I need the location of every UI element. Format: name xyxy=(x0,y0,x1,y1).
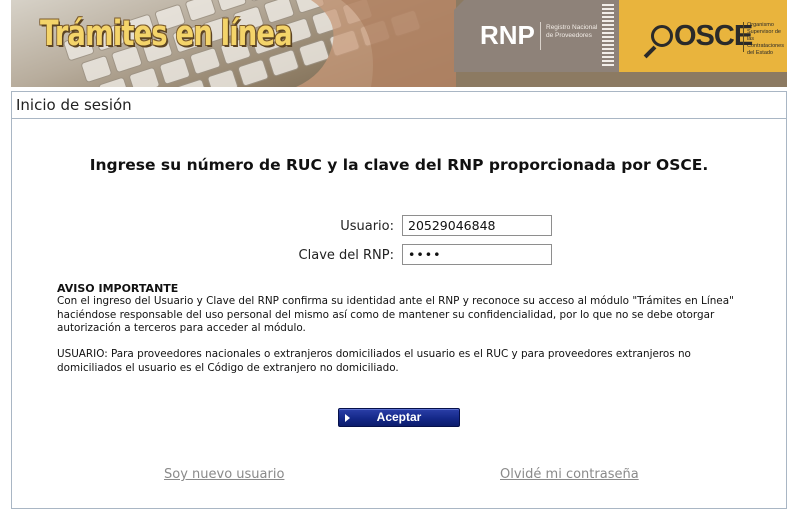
banner-title: Trámites en línea xyxy=(40,14,293,54)
login-panel: Inicio de sesión Ingrese su número de RU… xyxy=(11,91,787,509)
osce-logo-block: OSCE Organismo Supervisor de las Contrat… xyxy=(619,0,787,72)
notice-body: Con el ingreso del Usuario y Clave del R… xyxy=(57,295,734,334)
password-label: Clave del RNP: xyxy=(298,248,394,263)
osce-description: Organismo Supervisor de las Contratacion… xyxy=(747,22,784,56)
rnp-stripes-decoration xyxy=(602,4,614,68)
magnifier-handle-icon xyxy=(643,45,657,59)
osce-logo: OSCE xyxy=(674,20,753,52)
forgot-password-link[interactable]: Olvidé mi contraseña xyxy=(500,467,639,482)
notice-user-info: USUARIO: Para proveedores nacionales o e… xyxy=(57,348,691,374)
password-input[interactable] xyxy=(402,244,552,265)
banner-photo: Trámites en línea xyxy=(11,0,456,87)
notice-title: AVISO IMPORTANTE xyxy=(57,282,179,295)
arrow-right-icon xyxy=(345,414,350,422)
osce-divider xyxy=(743,22,744,52)
rnp-logo: RNP xyxy=(480,20,535,50)
username-label: Usuario: xyxy=(340,219,394,234)
username-input[interactable] xyxy=(402,215,552,236)
accept-button[interactable]: Aceptar xyxy=(338,408,460,427)
panel-title: Inicio de sesión xyxy=(16,96,132,114)
magnifier-icon xyxy=(651,25,673,47)
login-headline: Ingrese su número de RUC y la clave del … xyxy=(89,156,709,174)
rnp-logo-block: RNP Registro Nacional de Proveedores xyxy=(454,0,619,72)
header-banner: Trámites en línea RNP Registro Nacional … xyxy=(11,0,787,87)
accept-button-label: Aceptar xyxy=(376,410,422,424)
rnp-description: Registro Nacional de Proveedores xyxy=(546,24,598,39)
rnp-divider xyxy=(540,22,541,50)
new-user-link[interactable]: Soy nuevo usuario xyxy=(164,467,284,482)
panel-header: Inicio de sesión xyxy=(12,92,786,119)
